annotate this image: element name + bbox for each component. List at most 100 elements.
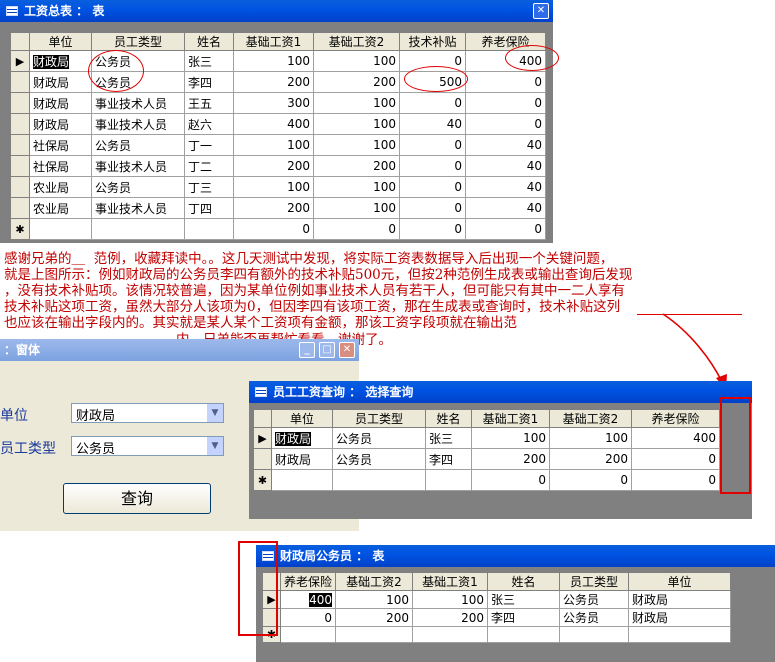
cell[interactable]: 李四: [184, 71, 234, 93]
cell[interactable]: [559, 626, 629, 643]
cell[interactable]: 0: [233, 218, 314, 240]
cell[interactable]: 0: [631, 448, 720, 470]
row-selector[interactable]: ▶: [10, 50, 30, 72]
cell[interactable]: 事业技术人员: [91, 92, 185, 114]
cell[interactable]: 200: [313, 155, 400, 177]
corner-selector[interactable]: [253, 409, 272, 428]
cell[interactable]: 200: [471, 448, 550, 470]
cell[interactable]: 财政局: [29, 92, 92, 114]
cell[interactable]: 李四: [425, 448, 472, 470]
salary-table-titlebar[interactable]: 工资总表 ： 表 ✕: [0, 0, 553, 22]
col-header[interactable]: 养老保险: [280, 572, 336, 591]
cell[interactable]: 王五: [184, 92, 234, 114]
cell[interactable]: 财政局: [271, 448, 333, 470]
cell[interactable]: [628, 626, 731, 643]
cell[interactable]: 丁三: [184, 176, 234, 198]
unit-select[interactable]: 财政局 ▼: [71, 403, 224, 424]
cell[interactable]: 公务员: [91, 134, 185, 156]
table-row[interactable]: ▶ 财政局 公务员 张三 100 100 400: [253, 427, 720, 449]
cell[interactable]: 200: [233, 155, 314, 177]
cell[interactable]: 0: [399, 50, 466, 72]
cell[interactable]: 100: [313, 197, 400, 219]
cell[interactable]: 事业技术人员: [91, 113, 185, 135]
col-header[interactable]: 基础工资1: [412, 572, 488, 591]
col-header[interactable]: 基础工资1: [233, 32, 314, 51]
employee-type-select[interactable]: 公务员 ▼: [71, 436, 224, 457]
cell[interactable]: 0: [465, 113, 546, 135]
form-titlebar[interactable]: ：窗体 _ □ ✕: [0, 339, 359, 361]
cell[interactable]: 0: [631, 469, 720, 491]
cell[interactable]: 40: [465, 155, 546, 177]
col-header[interactable]: 养老保险: [631, 409, 720, 428]
new-row-selector[interactable]: ✱: [262, 626, 281, 643]
cell[interactable]: 公务员: [559, 590, 629, 609]
cell[interactable]: 李四: [487, 608, 560, 627]
col-header[interactable]: 单位: [29, 32, 92, 51]
new-record-row[interactable]: ✱ 0 0 0 0: [10, 218, 546, 240]
cell[interactable]: 丁一: [184, 134, 234, 156]
cell[interactable]: 100: [233, 50, 314, 72]
cell[interactable]: 40: [399, 113, 466, 135]
col-header[interactable]: 姓名: [487, 572, 560, 591]
cell[interactable]: 农业局: [29, 197, 92, 219]
restore-icon[interactable]: □: [319, 342, 335, 358]
row-selector[interactable]: [253, 448, 272, 470]
table-row[interactable]: 社保局 公务员 丁一 100 100 0 40: [10, 134, 546, 156]
table-row[interactable]: 农业局 公务员 丁三 100 100 0 40: [10, 176, 546, 198]
cell[interactable]: 400: [465, 50, 546, 72]
cell[interactable]: 0: [549, 469, 632, 491]
cell[interactable]: 200: [412, 608, 488, 627]
cell[interactable]: 200: [233, 197, 314, 219]
col-header[interactable]: 基础工资2: [549, 409, 632, 428]
cell[interactable]: 张三: [487, 590, 560, 609]
cell[interactable]: 500: [399, 71, 466, 93]
cell[interactable]: 张三: [184, 50, 234, 72]
cell[interactable]: [280, 626, 336, 643]
cell[interactable]: [335, 626, 413, 643]
cell[interactable]: 0: [399, 197, 466, 219]
cell[interactable]: 张三: [425, 427, 472, 449]
cell-unit[interactable]: 财政局: [29, 50, 92, 72]
col-header[interactable]: 姓名: [425, 409, 472, 428]
cell[interactable]: 0: [399, 92, 466, 114]
cell[interactable]: 财政局: [628, 590, 731, 609]
cell[interactable]: 0: [471, 469, 550, 491]
new-record-row[interactable]: ✱: [262, 626, 731, 643]
cell[interactable]: 社保局: [29, 155, 92, 177]
corner-selector[interactable]: [10, 32, 30, 51]
cell[interactable]: 社保局: [29, 134, 92, 156]
cell[interactable]: [271, 469, 333, 491]
cell[interactable]: 100: [313, 176, 400, 198]
cell[interactable]: 公务员: [332, 427, 426, 449]
table-row[interactable]: ▶ 400 100 100 张三 公务员 财政局: [262, 590, 731, 609]
cell[interactable]: 200: [335, 608, 413, 627]
query-button[interactable]: 查询: [63, 483, 211, 514]
cell[interactable]: 0: [465, 71, 546, 93]
cell[interactable]: 100: [549, 427, 632, 449]
table-row[interactable]: 社保局 事业技术人员 丁二 200 200 0 40: [10, 155, 546, 177]
table-row[interactable]: 0 200 200 李四 公务员 财政局: [262, 608, 731, 627]
col-header[interactable]: 单位: [628, 572, 731, 591]
cell[interactable]: 200: [549, 448, 632, 470]
col-header[interactable]: 员工类型: [559, 572, 629, 591]
col-header[interactable]: 员工类型: [332, 409, 426, 428]
row-selector[interactable]: [262, 608, 281, 627]
minimize-icon[interactable]: _: [299, 342, 315, 358]
row-selector[interactable]: ▶: [253, 427, 272, 449]
cell[interactable]: 100: [313, 134, 400, 156]
cell[interactable]: 赵六: [184, 113, 234, 135]
chevron-down-icon[interactable]: ▼: [207, 404, 223, 422]
cell[interactable]: 40: [465, 197, 546, 219]
cell[interactable]: 0: [399, 134, 466, 156]
cell[interactable]: 公务员: [332, 448, 426, 470]
cell[interactable]: 400: [233, 113, 314, 135]
cell[interactable]: 200: [313, 71, 400, 93]
col-header[interactable]: 基础工资1: [471, 409, 550, 428]
row-selector[interactable]: [10, 113, 30, 135]
cell[interactable]: 100: [313, 113, 400, 135]
cell[interactable]: 300: [233, 92, 314, 114]
col-header[interactable]: 基础工资2: [335, 572, 413, 591]
cell[interactable]: [487, 626, 560, 643]
cell[interactable]: 40: [465, 134, 546, 156]
finance-titlebar[interactable]: 财政局公务员 ： 表: [256, 545, 775, 567]
